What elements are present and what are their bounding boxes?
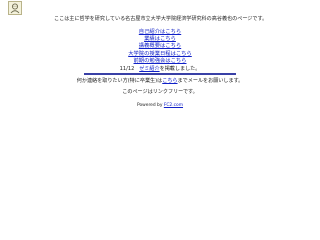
horizontal-divider	[84, 73, 236, 75]
site-logo-icon	[8, 1, 22, 15]
update-suffix: を掲載しました。	[159, 66, 201, 72]
page: ここは主に哲学を研究している名古屋市立大学大学院経済学研究科の高谷義也のページで…	[0, 0, 320, 240]
fc2-link[interactable]: FC2.com	[164, 103, 183, 108]
contact-text: 何か連絡を取りたい方(特に卒業生)はこちらまでメールをお願いします。	[0, 78, 320, 85]
link-free-notice: このページはリンクフリーです。	[122, 89, 198, 95]
graduate-schedule-link[interactable]: 大学院の授業日程はこちら	[128, 51, 192, 57]
update-date: 11/12	[119, 66, 135, 72]
achievements-link[interactable]: 業績はこちら	[144, 36, 176, 42]
intro-text: ここは主に哲学を研究している名古屋市立大学大学院経済学研究科の高谷義也のページで…	[54, 16, 268, 22]
lecture-overview-link[interactable]: 講義概要はこちら	[139, 43, 181, 49]
profile-link[interactable]: 自己紹介はこちら	[139, 29, 181, 35]
study-group-link[interactable]: 前期の勉強会はこちら	[134, 58, 187, 64]
powered-by: Powered by FC2.com	[0, 103, 320, 109]
update-notice: 11/12 ゼミ紹介を掲載しました。	[0, 66, 320, 73]
contact-link[interactable]: こちら	[162, 78, 177, 84]
contact-suffix: までメールをお願いします。	[177, 78, 244, 84]
powered-by-label: Powered by	[136, 103, 163, 108]
contact-prefix: 何か連絡を取りたい方(特に卒業生)は	[76, 78, 163, 84]
link-list: 自己紹介はこちら 業績はこちら 講義概要はこちら 大学院の授業日程はこちら 前期…	[0, 29, 320, 65]
seminar-intro-link[interactable]: ゼミ紹介	[139, 66, 159, 72]
